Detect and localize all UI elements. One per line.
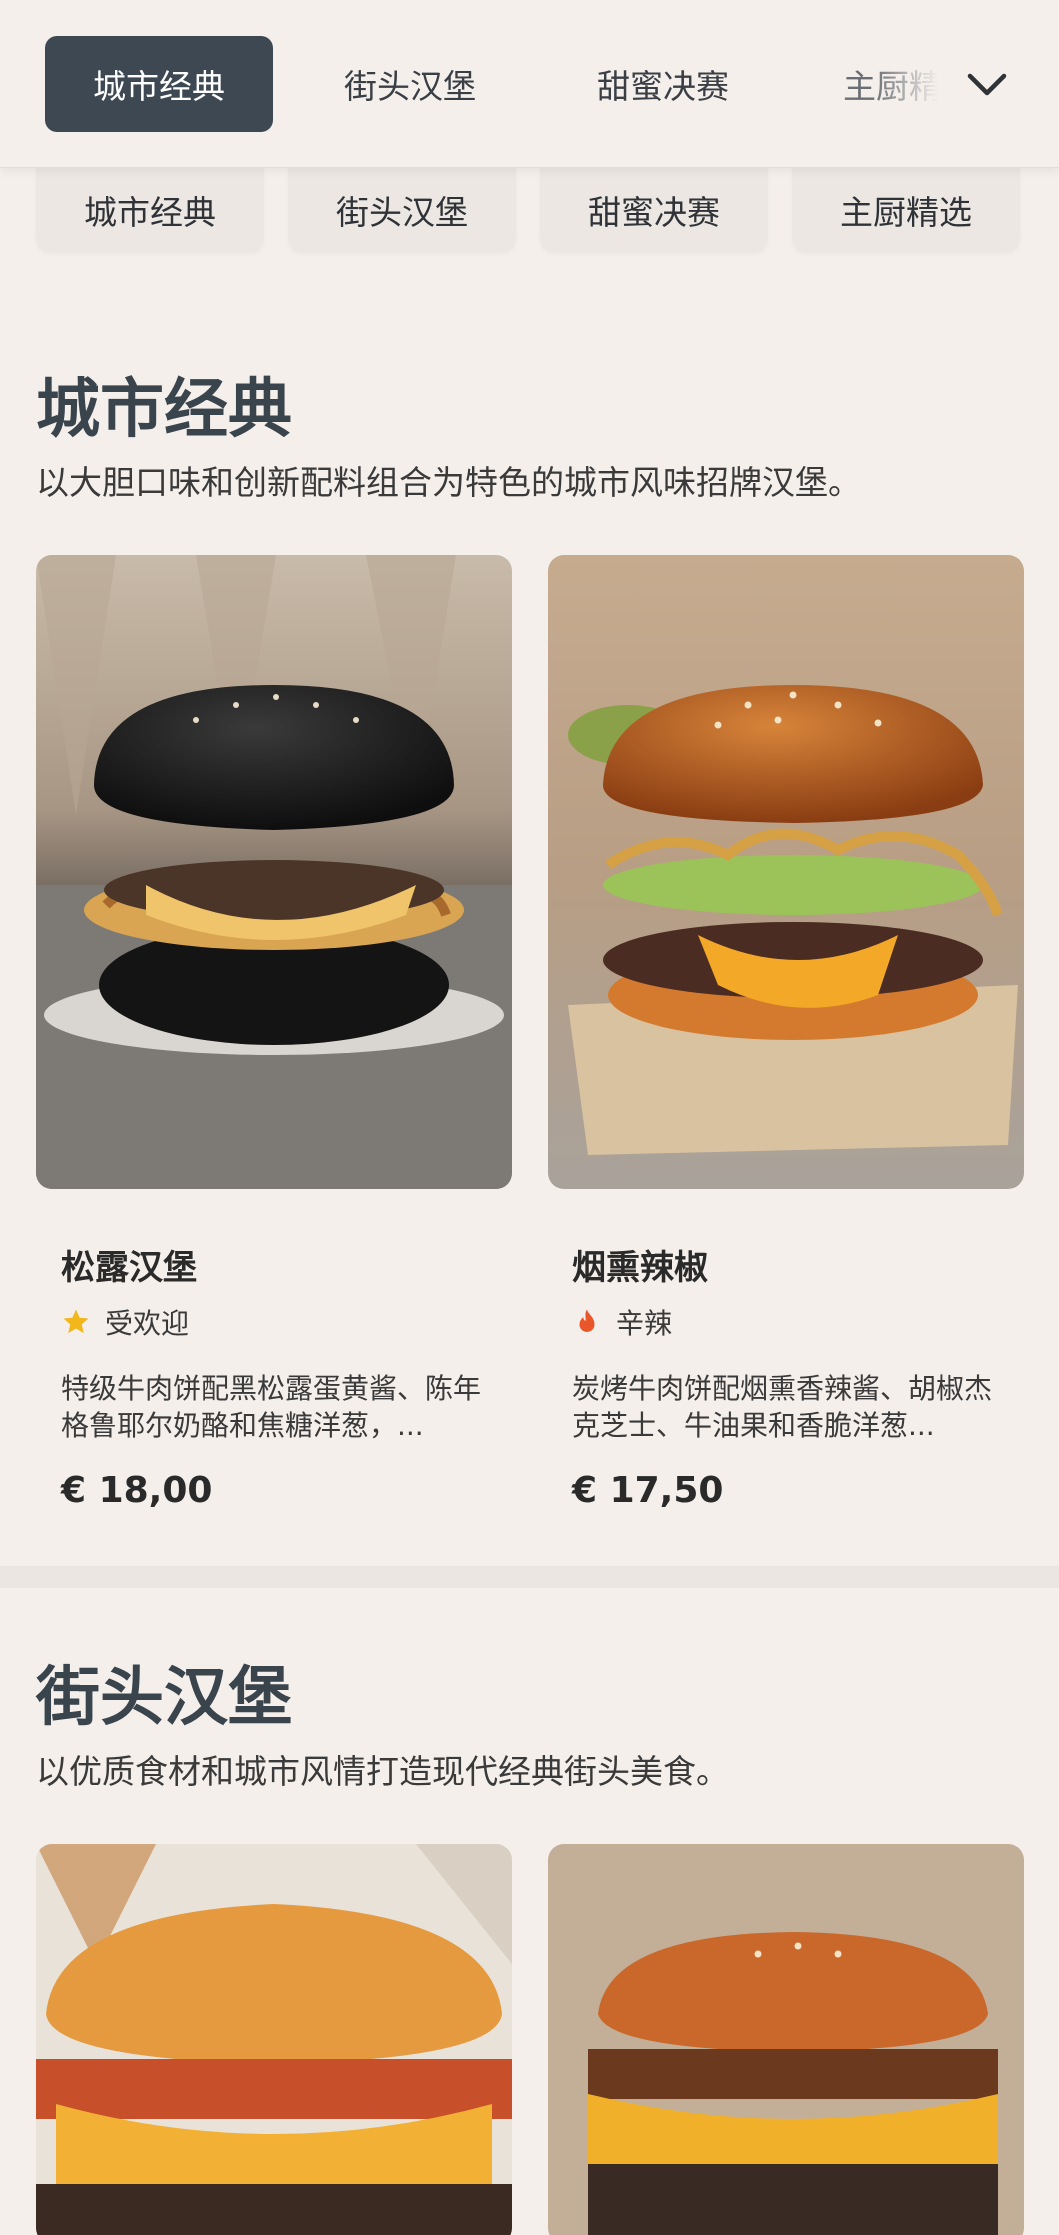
tab-city-classics[interactable]: 城市经典 — [45, 36, 273, 132]
product-price: € 18,00 — [61, 1470, 213, 1511]
product-image[interactable] — [548, 555, 1024, 1189]
chip-street-burgers[interactable]: 街头汉堡 — [288, 168, 516, 252]
product-tag-label: 辛辣 — [616, 1307, 673, 1340]
product-image[interactable] — [36, 1844, 512, 2235]
product-tag: 辛辣 — [572, 1302, 672, 1342]
product-image[interactable] — [36, 555, 512, 1189]
product-tag-label: 受欢迎 — [105, 1307, 190, 1340]
chip-chef-picks[interactable]: 主厨精选 — [792, 168, 1020, 252]
product-description: 炭烤牛肉饼配烟熏香辣酱、胡椒杰克芝士、牛油果和香脆洋葱... — [572, 1372, 993, 1442]
section-description: 以优质食材和城市风情打造现代经典街头美食。 — [36, 1752, 729, 1791]
chip-city-classics[interactable]: 城市经典 — [36, 168, 264, 252]
chip-sweet-finals[interactable]: 甜蜜决赛 — [540, 168, 768, 252]
star-icon — [61, 1307, 91, 1337]
product-image[interactable] — [548, 1844, 1024, 2235]
tab-chef-picks[interactable]: 主厨精选 — [843, 36, 943, 132]
product-description: 特级牛肉饼配黑松露蛋黄酱、陈年格鲁耶尔奶酪和焦糖洋葱，... — [61, 1372, 482, 1442]
chevron-down-icon[interactable] — [962, 60, 1012, 110]
product-tag: 受欢迎 — [61, 1302, 189, 1342]
section-title: 街头汉堡 — [36, 1661, 292, 1735]
product-name[interactable]: 烟熏辣椒 — [572, 1240, 708, 1289]
category-tab-bar: 城市经典 街头汉堡 甜蜜决赛 主厨精选 — [0, 0, 1059, 168]
product-name[interactable]: 松露汉堡 — [61, 1240, 197, 1289]
product-price: € 17,50 — [572, 1470, 724, 1511]
section-description: 以大胆口味和创新配料组合为特色的城市风味招牌汉堡。 — [36, 463, 861, 502]
flame-icon — [572, 1307, 602, 1337]
section-divider — [0, 1566, 1059, 1588]
section-title: 城市经典 — [36, 373, 292, 447]
tab-sweet-finals[interactable]: 甜蜜决赛 — [553, 36, 773, 132]
tab-street-burgers[interactable]: 街头汉堡 — [300, 36, 520, 132]
